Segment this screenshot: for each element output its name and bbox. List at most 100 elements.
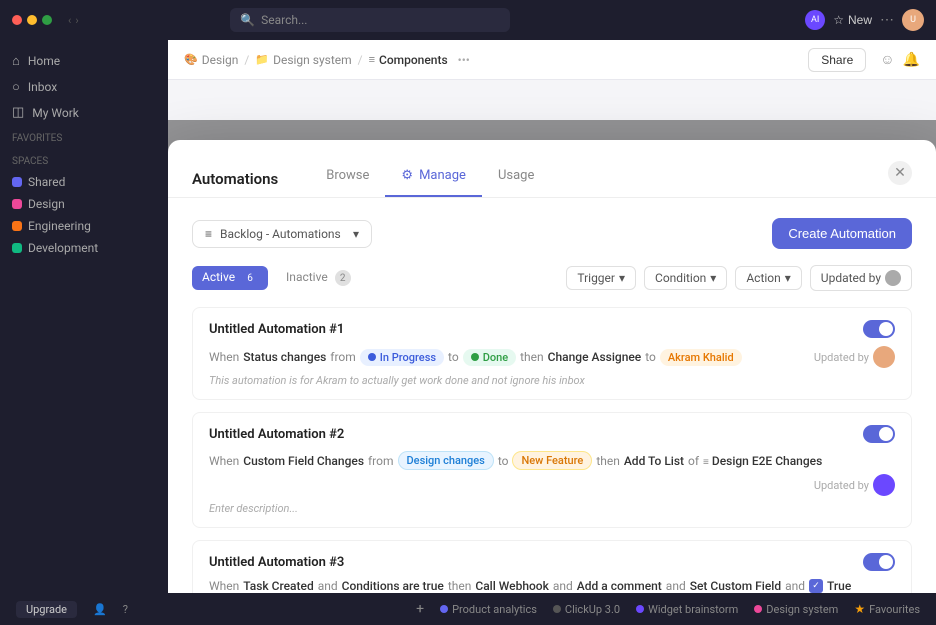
chevron-down-icon: ▾ xyxy=(353,227,359,241)
home-icon: ⌂ xyxy=(12,53,20,69)
maximize-dot[interactable] xyxy=(42,15,52,25)
to-label-1b: to xyxy=(645,350,656,364)
automation-title-2: Untitled Automation #2 xyxy=(209,425,895,443)
modal-close-button[interactable]: ✕ xyxy=(888,161,912,185)
from-label-1: from xyxy=(330,350,356,364)
sidebar-item-mywork[interactable]: ◫ My Work xyxy=(0,100,168,125)
star-icon: ☆ xyxy=(833,13,844,27)
bottom-item-clickup[interactable]: ClickUp 3.0 xyxy=(553,603,620,616)
breadcrumb-sep2: / xyxy=(358,53,363,67)
list-2: ≡ Design E2E Changes xyxy=(703,454,822,468)
create-automation-button[interactable]: Create Automation xyxy=(772,218,912,249)
more-icon[interactable]: ••• xyxy=(458,53,470,67)
sidebar-project-shared[interactable]: Shared xyxy=(0,171,168,193)
bottom-item-widget[interactable]: Widget brainstorm xyxy=(636,603,738,616)
apps-icon[interactable]: ⋯ xyxy=(880,12,894,28)
trigger-2: Custom Field Changes xyxy=(243,454,364,468)
minimize-dot[interactable] xyxy=(27,15,37,25)
sidebar-item-home[interactable]: ⌂ Home xyxy=(0,48,168,74)
star-icon-fav: ★ xyxy=(854,602,865,616)
share-button[interactable]: Share xyxy=(808,48,866,72)
active-label: Active xyxy=(202,270,235,284)
add-tab-icon[interactable]: + xyxy=(416,601,424,617)
then-label-1: then xyxy=(520,350,544,364)
design-icon: 🎨 xyxy=(184,53,198,66)
sidebar-project-engineering[interactable]: Engineering xyxy=(0,215,168,237)
help-icon[interactable]: ? xyxy=(123,603,128,616)
updated-by-label: Updated by xyxy=(821,271,881,285)
user-avatar[interactable]: U xyxy=(902,9,924,31)
tab-manage[interactable]: ⚙ Manage xyxy=(385,160,482,197)
breadcrumb-design-system[interactable]: 📁 Design system xyxy=(255,53,351,67)
tab-usage[interactable]: Usage xyxy=(482,160,550,197)
close-dot[interactable] xyxy=(12,15,22,25)
user-settings-icon[interactable]: 👤 xyxy=(93,603,107,616)
project-label-design: Design xyxy=(28,197,65,211)
dot-design-system xyxy=(754,605,762,613)
sidebar-item-inbox[interactable]: ○ Inbox xyxy=(0,74,168,100)
ai-badge[interactable]: AI xyxy=(805,10,825,30)
sidebar-project-development[interactable]: Development xyxy=(0,237,168,259)
action-2: Add To List xyxy=(624,454,684,468)
filter-bar: Active 6 Inactive 2 Trigger ▾ xyxy=(192,265,912,291)
notification-icon[interactable]: 🔔 xyxy=(903,52,920,68)
breadcrumb-design[interactable]: 🎨 Design xyxy=(184,53,238,67)
updated-by-filter[interactable]: Updated by xyxy=(810,265,912,291)
condition-filter[interactable]: Condition ▾ xyxy=(644,266,727,290)
dot-done xyxy=(471,353,479,361)
condition-chevron: ▾ xyxy=(710,271,716,285)
bottom-item-product[interactable]: Product analytics xyxy=(440,603,537,616)
to-label-2: to xyxy=(498,454,509,468)
components-icon: ≡ xyxy=(369,53,375,66)
from-label-2: from xyxy=(368,454,394,468)
filter-inactive[interactable]: Inactive 2 xyxy=(276,266,361,291)
modal-body: ≡ Backlog - Automations ▾ Create Automat… xyxy=(168,198,936,593)
bottom-bar: Upgrade 👤 ? + Product analytics ClickUp … xyxy=(0,593,936,625)
breadcrumb-system-label: Design system xyxy=(273,53,352,67)
backlog-select[interactable]: ≡ Backlog - Automations ▾ xyxy=(192,220,372,248)
usage-label: Usage xyxy=(498,168,534,183)
search-icon: 🔍 xyxy=(240,13,255,27)
back-arrow[interactable]: ‹ xyxy=(68,14,71,27)
checkbox-3: ✓ xyxy=(809,579,823,593)
upgrade-button[interactable]: Upgrade xyxy=(16,601,77,618)
tab-browse[interactable]: Browse xyxy=(310,160,385,197)
trigger-filter[interactable]: Trigger ▾ xyxy=(566,266,636,290)
automation-title-1: Untitled Automation #1 xyxy=(209,320,895,338)
modal-overlay: Automations Browse ⚙ Manage Usage xyxy=(168,120,936,561)
action-filter[interactable]: Action ▾ xyxy=(735,266,801,290)
breadcrumb-components[interactable]: ≡ Components xyxy=(369,53,448,67)
new-button[interactable]: ☆ New xyxy=(833,13,872,27)
automation-card-1: Untitled Automation #1 When Status chang… xyxy=(192,307,912,400)
trigger-chevron: ▾ xyxy=(619,271,625,285)
toggle-3[interactable] xyxy=(863,553,895,571)
toggle-1[interactable] xyxy=(863,320,895,338)
favourites-label: Favourites xyxy=(869,603,920,616)
modal-toolbar: ≡ Backlog - Automations ▾ Create Automat… xyxy=(192,218,912,249)
filter-active[interactable]: Active 6 xyxy=(192,266,268,291)
dot-product xyxy=(440,605,448,613)
project-dot-design xyxy=(12,199,22,209)
condition-3: Conditions are true xyxy=(342,579,444,593)
sidebar-project-design[interactable]: Design xyxy=(0,193,168,215)
breadcrumb-design-label: Design xyxy=(202,53,239,67)
automation-card-3: Untitled Automation #3 When Task Created… xyxy=(192,540,912,593)
then-label-3: then xyxy=(448,579,472,593)
modal-tabs: Browse ⚙ Manage Usage xyxy=(310,160,550,197)
project-label-dev: Development xyxy=(28,241,98,255)
modal-title: Automations xyxy=(192,170,278,188)
toggle-2[interactable] xyxy=(863,425,895,443)
bottom-item-favourites[interactable]: ★ Favourites xyxy=(854,602,920,616)
search-placeholder: Search... xyxy=(261,13,307,27)
forward-arrow[interactable]: › xyxy=(75,14,78,27)
search-bar[interactable]: 🔍 Search... xyxy=(230,8,510,32)
smiley-icon[interactable]: ☺ xyxy=(880,51,894,68)
bottom-item-design-system[interactable]: Design system xyxy=(754,603,838,616)
and-label-3b: and xyxy=(553,579,573,593)
automations-modal: Automations Browse ⚙ Manage Usage xyxy=(168,140,936,593)
when-label-1: When xyxy=(209,350,239,364)
avatar-1 xyxy=(873,346,895,368)
list-icon-2: ≡ xyxy=(703,457,709,468)
to-label-1: to xyxy=(448,350,459,364)
sidebar-label-inbox: Inbox xyxy=(28,80,57,94)
